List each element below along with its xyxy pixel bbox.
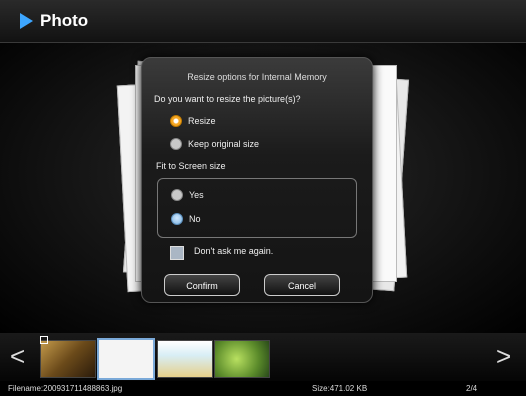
thumbnail-3[interactable] (157, 340, 213, 378)
info-footer: Filename:200931711488863.jpg Size:471.02… (0, 381, 526, 396)
radio-fit-yes[interactable] (171, 189, 183, 201)
thumbnail-1[interactable] (40, 340, 96, 378)
dont-ask-checkbox[interactable] (170, 246, 184, 260)
radio-fit-no[interactable] (171, 213, 183, 225)
resize-question: Do you want to resize the picture(s)? (154, 94, 301, 104)
resize-dialog: Resize options for Internal Memory Do yo… (141, 57, 373, 303)
thumbnail-4[interactable] (214, 340, 270, 378)
fit-options-group: Yes No (157, 178, 357, 238)
filename-text: Filename:200931711488863.jpg (8, 384, 123, 393)
dont-ask-label: Don't ask me again. (194, 246, 274, 256)
thumbnail-marker-icon (40, 336, 48, 344)
option-fit-no-label: No (189, 214, 201, 224)
radio-keep-original[interactable] (170, 138, 182, 150)
page-title: Photo (40, 11, 89, 30)
confirm-button[interactable]: Confirm (164, 274, 240, 296)
play-icon (20, 13, 33, 29)
app-header: Photo (0, 0, 526, 43)
page-position-text: 2/4 (466, 384, 478, 393)
filesize-text: Size:471.02 KB (312, 384, 368, 393)
dialog-title: Resize options for Internal Memory (187, 72, 327, 82)
cancel-button[interactable]: Cancel (264, 274, 340, 296)
thumbnail-2-selected[interactable] (97, 338, 155, 380)
fit-to-screen-label: Fit to Screen size (156, 161, 226, 171)
radio-resize[interactable] (170, 115, 182, 127)
option-resize-label: Resize (188, 116, 216, 126)
prev-arrow-icon[interactable]: < (10, 343, 25, 369)
option-keep-original-label: Keep original size (188, 139, 260, 149)
option-fit-yes-label: Yes (189, 190, 204, 200)
next-arrow-icon[interactable]: > (496, 343, 511, 369)
